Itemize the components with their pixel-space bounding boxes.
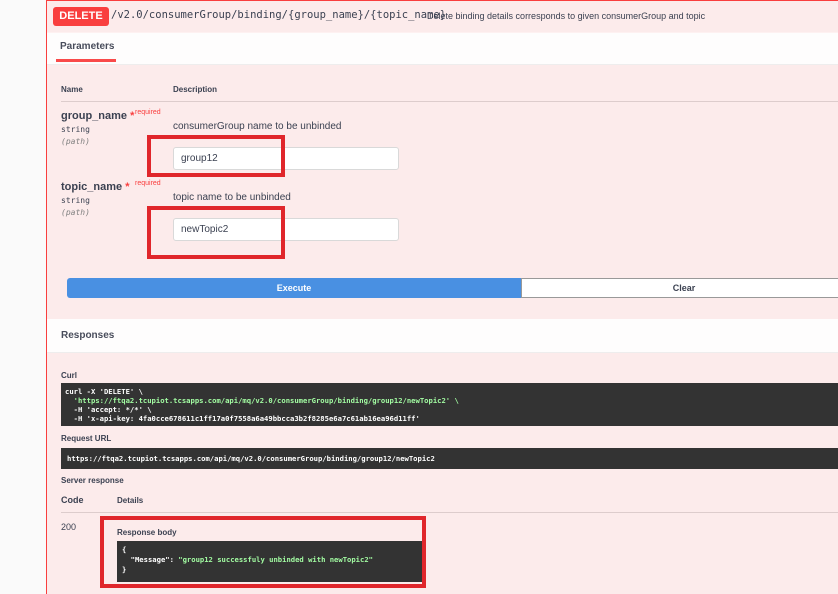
execute-button[interactable]: Execute bbox=[67, 278, 521, 298]
column-description-header: Description bbox=[173, 85, 218, 94]
param-location: (path) bbox=[61, 137, 90, 146]
parameters-header: Parameters bbox=[47, 32, 838, 65]
request-url[interactable]: https://ftqa2.tcupiot.tcsapps.com/api/mq… bbox=[61, 448, 838, 469]
param-name-label: topic_name bbox=[61, 181, 123, 193]
endpoint-path: /v2.0/consumerGroup/binding/{group_name}… bbox=[111, 9, 447, 21]
curl-label: Curl bbox=[61, 371, 77, 380]
divider bbox=[61, 512, 838, 513]
responses-header: Responses bbox=[47, 319, 838, 353]
curl-line: 'https://ftqa2.tcupiot.tcsapps.com/api/m… bbox=[65, 396, 459, 405]
param-type: string bbox=[61, 125, 90, 134]
divider bbox=[61, 101, 838, 102]
param-description: topic name to be unbinded bbox=[173, 192, 291, 203]
param-topic-name: topic_name * bbox=[61, 181, 129, 193]
tab-parameters[interactable]: Parameters bbox=[60, 41, 114, 52]
param-name-label: group_name bbox=[61, 110, 128, 122]
operation-block: DELETE /v2.0/consumerGroup/binding/{grou… bbox=[46, 0, 838, 594]
curl-line: -H 'accept: */*' \ bbox=[65, 405, 152, 414]
highlight-box bbox=[100, 516, 426, 588]
tab-underline bbox=[56, 59, 116, 62]
column-name-header: Name bbox=[61, 85, 83, 94]
code-header: Code bbox=[61, 495, 84, 505]
param-type: string bbox=[61, 196, 90, 205]
param-description: consumerGroup name to be unbinded bbox=[173, 121, 342, 132]
required-star: * bbox=[130, 110, 135, 122]
highlight-box bbox=[147, 206, 285, 259]
request-url-label: Request URL bbox=[61, 434, 112, 443]
response-code: 200 bbox=[61, 522, 77, 532]
required-label: required bbox=[135, 109, 161, 116]
required-label: required bbox=[135, 180, 161, 187]
clear-button[interactable]: Clear bbox=[521, 278, 838, 298]
param-location: (path) bbox=[61, 208, 90, 217]
details-header: Details bbox=[117, 496, 144, 505]
method-badge: DELETE bbox=[53, 7, 109, 26]
responses-title: Responses bbox=[61, 330, 115, 341]
highlight-box bbox=[147, 135, 285, 177]
required-star: * bbox=[125, 181, 130, 193]
operation-summary[interactable]: DELETE /v2.0/consumerGroup/binding/{grou… bbox=[47, 1, 838, 33]
curl-code-block[interactable]: curl -X 'DELETE' \ 'https://ftqa2.tcupio… bbox=[61, 383, 838, 426]
curl-line: curl -X 'DELETE' \ bbox=[65, 387, 143, 396]
server-response-label: Server response bbox=[61, 476, 124, 485]
operation-description: Delete binding details corresponds to gi… bbox=[427, 11, 706, 21]
curl-line: -H 'x-api-key: 4fa0cce678611c1ff17a0f755… bbox=[65, 414, 420, 423]
param-group-name: group_name * bbox=[61, 110, 134, 122]
